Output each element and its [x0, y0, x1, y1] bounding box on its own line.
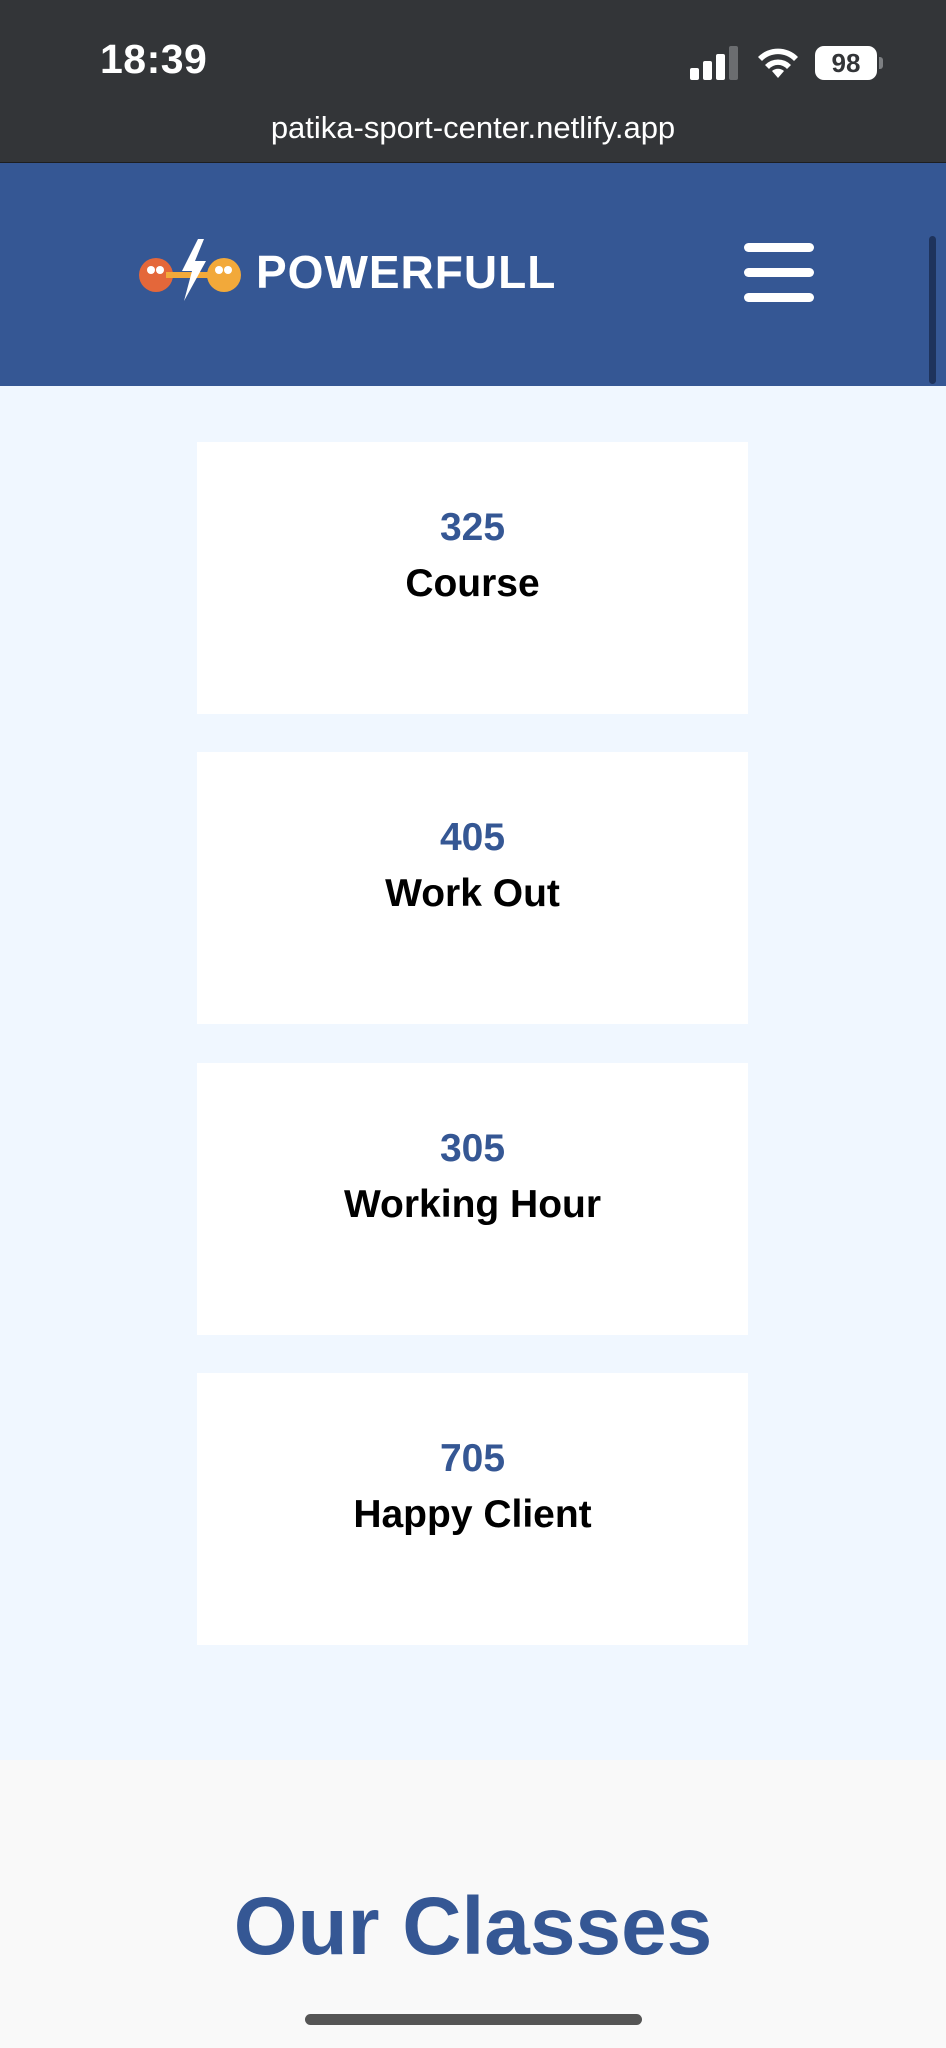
stat-number: 405 [439, 816, 506, 859]
stat-label: Work Out [385, 872, 560, 915]
stat-number: 305 [439, 1127, 506, 1170]
status-bar: 18:39 98 patika-sport-center.netlify.app [0, 0, 946, 163]
scrollbar[interactable] [929, 236, 936, 384]
classes-section: Our Classes [0, 1760, 946, 2048]
stat-card: 305 Working Hour [197, 1063, 748, 1335]
stat-number: 705 [439, 1437, 506, 1480]
section-title: Our Classes [233, 1881, 713, 1972]
battery-icon: 98 [815, 46, 883, 80]
battery-tip [879, 57, 883, 69]
stats-section: 325 Course 405 Work Out 305 Working Hour… [0, 386, 946, 1760]
address-bar-url[interactable]: patika-sport-center.netlify.app [0, 110, 946, 146]
stat-label: Happy Client [353, 1493, 592, 1536]
stat-label: Working Hour [343, 1183, 602, 1226]
wifi-icon [758, 48, 798, 78]
stat-card: 705 Happy Client [197, 1373, 748, 1645]
brand-logo[interactable]: POWERFULL [136, 235, 556, 305]
stat-card: 325 Course [197, 442, 748, 714]
battery-level: 98 [815, 46, 877, 80]
brand-name: POWERFULL [256, 246, 557, 298]
home-indicator[interactable] [305, 2014, 642, 2025]
stat-label: Course [405, 562, 540, 605]
stat-card: 405 Work Out [197, 752, 748, 1024]
dumbbell-lightning-icon [139, 239, 241, 301]
stat-number: 325 [439, 506, 506, 549]
hamburger-menu-icon[interactable] [744, 243, 814, 303]
status-time: 18:39 [100, 36, 208, 82]
signal-icon [690, 46, 740, 80]
site-header: POWERFULL [0, 163, 946, 386]
